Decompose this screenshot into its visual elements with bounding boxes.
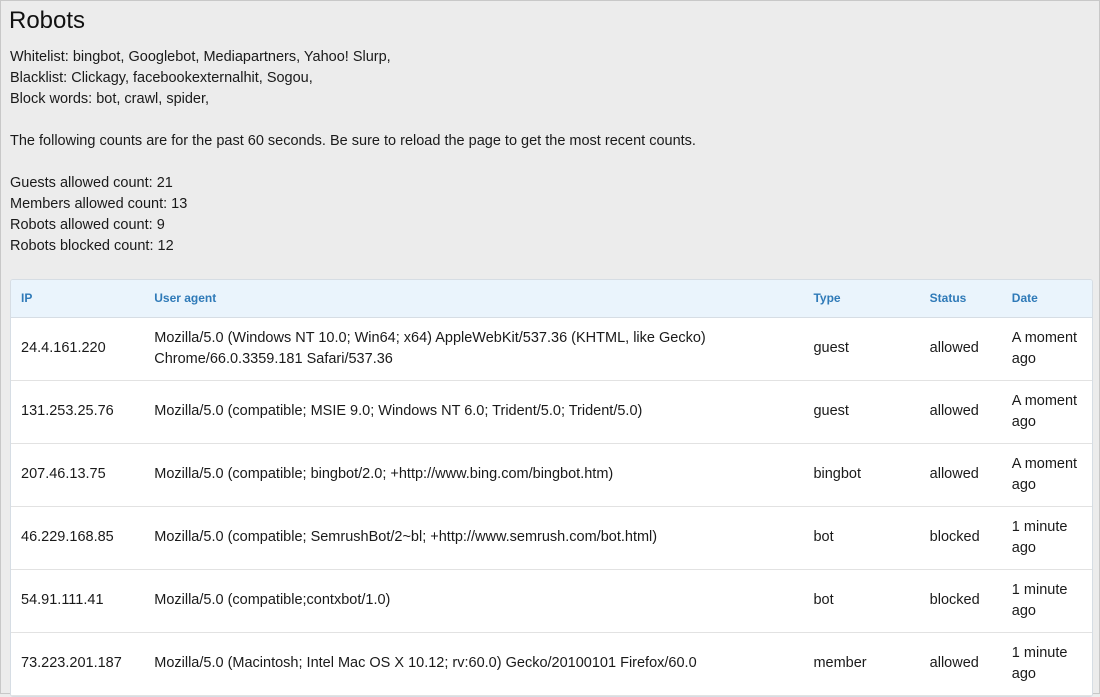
cell-status: allowed bbox=[919, 380, 1002, 444]
cell-type: guest bbox=[803, 317, 920, 381]
column-header-type: Type bbox=[803, 280, 920, 318]
table-row: 207.46.13.75 Mozilla/5.0 (compatible; bi… bbox=[11, 443, 1092, 507]
cell-ip: 24.4.161.220 bbox=[11, 317, 145, 381]
cell-status: allowed bbox=[919, 443, 1002, 507]
table-row: 54.91.111.41 Mozilla/5.0 (compatible;con… bbox=[11, 569, 1092, 633]
robots-table-container: IP User agent Type Status Date 24.4.161.… bbox=[10, 279, 1093, 697]
cell-status: allowed bbox=[919, 317, 1002, 381]
table-row: 73.223.201.187 Mozilla/5.0 (Macintosh; I… bbox=[11, 632, 1092, 696]
robots-page: Robots Whitelist: bingbot, Googlebot, Me… bbox=[9, 1, 1093, 697]
counts-note: The following counts are for the past 60… bbox=[10, 133, 696, 149]
blacklist-text: Blacklist: Clickagy, facebookexternalhit… bbox=[10, 70, 313, 86]
cell-date: A moment ago bbox=[1001, 380, 1092, 444]
cell-user-agent: Mozilla/5.0 (compatible; SemrushBot/2~bl… bbox=[144, 506, 804, 570]
guests-allowed-count: Guests allowed count: 21 bbox=[10, 175, 173, 191]
robots-allowed-count: Robots allowed count: 9 bbox=[10, 217, 165, 233]
cell-date: A moment ago bbox=[1001, 317, 1092, 381]
cell-date: 1 minute ago bbox=[1001, 569, 1092, 633]
column-header-status: Status bbox=[919, 280, 1002, 318]
robots-blocked-count: Robots blocked count: 12 bbox=[10, 238, 174, 254]
block-words-text: Block words: bot, crawl, spider, bbox=[10, 91, 210, 107]
cell-user-agent: Mozilla/5.0 (compatible; bingbot/2.0; +h… bbox=[144, 443, 804, 507]
table-row: 24.4.161.220 Mozilla/5.0 (Windows NT 10.… bbox=[11, 317, 1092, 381]
table-body: 24.4.161.220 Mozilla/5.0 (Windows NT 10.… bbox=[11, 317, 1092, 696]
cell-user-agent: Mozilla/5.0 (Windows NT 10.0; Win64; x64… bbox=[144, 317, 804, 381]
cell-type: guest bbox=[803, 380, 920, 444]
whitelist-text: Whitelist: bingbot, Googlebot, Mediapart… bbox=[10, 49, 391, 65]
cell-status: blocked bbox=[919, 506, 1002, 570]
cell-ip: 46.229.168.85 bbox=[11, 506, 145, 570]
cell-status: blocked bbox=[919, 569, 1002, 633]
robots-info: Whitelist: bingbot, Googlebot, Mediapart… bbox=[10, 47, 1090, 257]
cell-type: bot bbox=[803, 569, 920, 633]
cell-status: allowed bbox=[919, 632, 1002, 696]
robots-table: IP User agent Type Status Date 24.4.161.… bbox=[11, 280, 1092, 696]
cell-type: bot bbox=[803, 506, 920, 570]
cell-user-agent: Mozilla/5.0 (compatible; MSIE 9.0; Windo… bbox=[144, 380, 804, 444]
table-header: IP User agent Type Status Date bbox=[11, 280, 1092, 318]
cell-ip: 73.223.201.187 bbox=[11, 632, 145, 696]
cell-type: member bbox=[803, 632, 920, 696]
cell-ip: 54.91.111.41 bbox=[11, 569, 145, 633]
column-header-date: Date bbox=[1001, 280, 1092, 318]
cell-user-agent: Mozilla/5.0 (Macintosh; Intel Mac OS X 1… bbox=[144, 632, 804, 696]
cell-date: A moment ago bbox=[1001, 443, 1092, 507]
table-row: 46.229.168.85 Mozilla/5.0 (compatible; S… bbox=[11, 506, 1092, 570]
column-header-user-agent: User agent bbox=[144, 280, 804, 318]
cell-date: 1 minute ago bbox=[1001, 632, 1092, 696]
cell-date: 1 minute ago bbox=[1001, 506, 1092, 570]
page-title: Robots bbox=[9, 7, 86, 34]
table-row: 131.253.25.76 Mozilla/5.0 (compatible; M… bbox=[11, 380, 1092, 444]
cell-user-agent: Mozilla/5.0 (compatible;contxbot/1.0) bbox=[144, 569, 804, 633]
cell-ip: 207.46.13.75 bbox=[11, 443, 145, 507]
cell-ip: 131.253.25.76 bbox=[11, 380, 145, 444]
cell-type: bingbot bbox=[803, 443, 920, 507]
members-allowed-count: Members allowed count: 13 bbox=[10, 196, 188, 212]
column-header-ip: IP bbox=[11, 280, 145, 318]
